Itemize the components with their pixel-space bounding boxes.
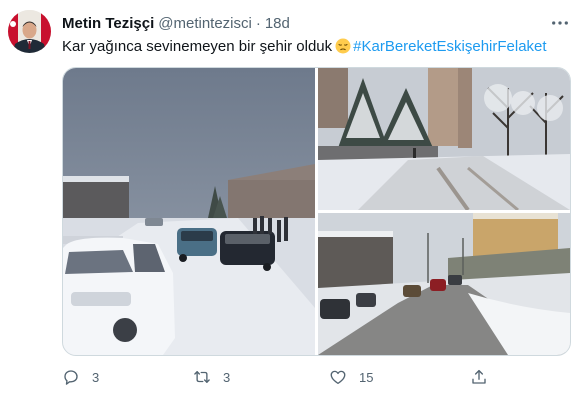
tweet-text: Kar yağınca sevinemeyen bir şehir olduk … — [62, 37, 547, 57]
avatar-image — [8, 10, 51, 53]
share-button[interactable] — [470, 366, 488, 388]
reply-icon — [62, 368, 80, 386]
retweet-button[interactable]: 3 — [193, 366, 230, 388]
retweet-icon — [193, 368, 211, 386]
tweet-time[interactable]: 18d — [265, 15, 290, 32]
action-bar: 3 3 15 — [62, 366, 492, 388]
reply-count: 3 — [92, 369, 100, 385]
like-count: 15 — [359, 369, 374, 385]
share-icon — [470, 368, 488, 386]
avatar[interactable] — [8, 10, 51, 53]
snowy-road-cars-photo[interactable] — [63, 68, 315, 355]
hashtag-link[interactable]: #KarBereketEskişehirFelaket — [353, 38, 546, 55]
separator-dot: · — [255, 14, 261, 32]
more-options-icon[interactable] — [548, 12, 572, 34]
pensive-face-emoji-icon — [335, 38, 351, 54]
like-button[interactable]: 15 — [329, 366, 373, 388]
reply-button[interactable]: 3 — [62, 366, 99, 388]
tweet-header: Metin Tezişçi @metintezisci · 18d — [62, 12, 290, 34]
tweet[interactable]: Metin Tezişçi @metintezisci · 18d Kar ya… — [0, 0, 584, 405]
author-name[interactable]: Metin Tezişçi — [62, 15, 154, 32]
snowy-street-trees-photo[interactable] — [318, 68, 570, 210]
media-grid — [62, 67, 571, 356]
tweet-body: Kar yağınca sevinemeyen bir şehir olduk — [62, 38, 333, 55]
heart-icon — [329, 368, 347, 386]
retweet-count: 3 — [223, 369, 231, 385]
author-handle[interactable]: @metintezisci — [158, 15, 252, 32]
snowy-road-traffic-photo[interactable] — [318, 213, 570, 355]
